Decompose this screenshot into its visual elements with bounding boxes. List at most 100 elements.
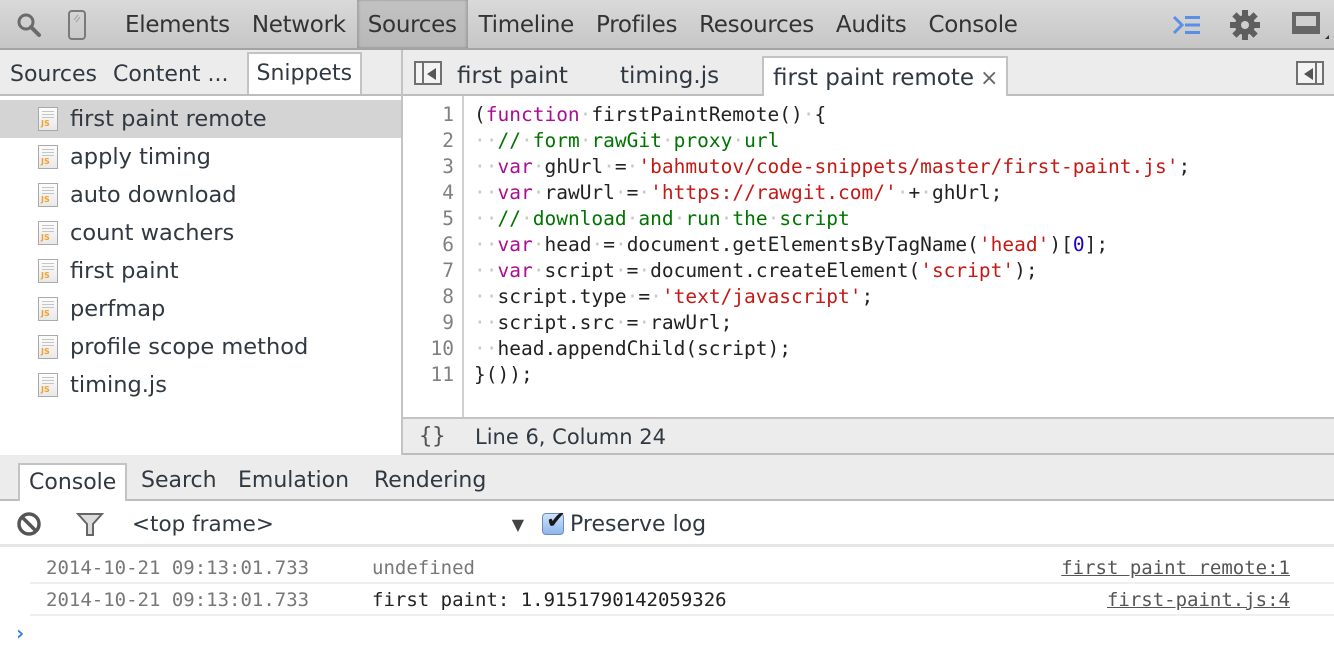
snippet-item[interactable]: JS count wachers (0, 214, 401, 252)
code-token: ·· (474, 285, 498, 308)
code-token: · (802, 103, 815, 126)
code-token: form (532, 129, 580, 152)
code-token: // (497, 129, 521, 152)
code-line: ··head.appendChild(script); (474, 336, 1190, 362)
tab-elements[interactable]: Elements (114, 0, 241, 48)
frame-selector[interactable]: <top frame> ▼ (132, 501, 524, 547)
line-number-gutter: 1 2 3 4 5 6 7 8 9 10 11 (403, 96, 464, 417)
filter-icon[interactable] (76, 501, 104, 547)
tab-audits[interactable]: Audits (825, 0, 918, 48)
code-token: · (520, 207, 533, 230)
code-token: ·· (474, 311, 498, 334)
dropdown-arrow-icon: ▼ (511, 514, 524, 534)
code-token: · (661, 129, 674, 152)
gear-icon[interactable] (1230, 10, 1260, 40)
code-line: ··var·script·=·document.createElement('s… (474, 258, 1190, 284)
drawer-tab-search[interactable]: Search (132, 463, 226, 501)
snippet-name: perfmap (70, 296, 166, 322)
preserve-log-toggle[interactable]: ✔ Preserve log (542, 501, 706, 547)
code-token: · (673, 207, 686, 230)
code-line: ··script.type·=·'text/javascript'; (474, 284, 1190, 310)
dock-icon[interactable] (1286, 10, 1332, 40)
clear-console-icon[interactable] (16, 501, 42, 547)
tab-profiles[interactable]: Profiles (585, 0, 688, 48)
code-token: · (603, 155, 615, 178)
code-token: · (532, 155, 545, 178)
code-token: ·· (474, 233, 498, 256)
tab-console[interactable]: Console (917, 0, 1028, 48)
code-token: · (532, 181, 545, 204)
editor-tab[interactable]: first paint remote × (762, 56, 1009, 98)
editor-status-bar: {} Line 6, Column 24 (403, 417, 1334, 455)
drawer-tab-rendering[interactable]: Rendering (365, 463, 495, 501)
code-editor[interactable]: 1 2 3 4 5 6 7 8 9 10 11 (function·firstPaintRemote… (403, 96, 1334, 417)
js-file-icon: JS (38, 373, 58, 397)
tab-resources[interactable]: Resources (688, 0, 825, 48)
code-content[interactable]: (function·firstPaintRemote()·{··//·form·… (474, 96, 1190, 388)
code-token: document.createElement( (650, 259, 921, 282)
code-token: · (579, 129, 592, 152)
editor-tab[interactable]: first paint (457, 56, 568, 96)
snippet-name: profile scope method (70, 334, 309, 360)
code-token: ghUrl (544, 155, 604, 178)
device-mode-icon[interactable] (62, 10, 92, 40)
console-input[interactable] (44, 621, 1304, 649)
snippet-item[interactable]: JS apply timing (0, 138, 401, 176)
code-token: var (497, 155, 533, 178)
code-line: ··script.src·=·rawUrl; (474, 310, 1190, 336)
snippet-item[interactable]: JS auto download (0, 176, 401, 214)
code-token: and (638, 207, 674, 230)
code-token: ·· (474, 259, 498, 282)
snippet-item[interactable]: JS first paint remote (0, 100, 401, 138)
drawer-tab-console[interactable]: Console (18, 463, 128, 501)
tab-sources[interactable]: Sources (356, 0, 468, 48)
editor-tab[interactable]: timing.js (620, 56, 719, 96)
console-prompt-icon: › (14, 621, 27, 645)
code-token: 'https://rawgit.com/' (650, 181, 897, 204)
line-number: 5 (442, 207, 454, 230)
code-token: · (638, 311, 651, 334)
js-file-icon-label: JS (41, 271, 50, 280)
code-token: · (650, 285, 662, 308)
preserve-log-label: Preserve log (570, 511, 707, 537)
code-token: · (626, 207, 639, 230)
tab-network[interactable]: Network (241, 0, 357, 48)
code-token: = (626, 181, 639, 204)
code-token: rawUrl; (650, 311, 733, 334)
preserve-log-checkbox[interactable]: ✔ (542, 506, 566, 535)
cursor-position: Line 6, Column 24 (475, 425, 666, 449)
show-drawer-icon[interactable] (1172, 10, 1202, 40)
snippet-item[interactable]: JS first paint (0, 252, 401, 290)
code-token: · (579, 103, 592, 126)
toggle-debugger-button[interactable] (1296, 61, 1324, 85)
code-token: ; (861, 285, 874, 308)
navigator-tab-snippets[interactable]: Snippets (246, 52, 363, 94)
line-number: 11 (430, 363, 454, 386)
js-file-icon-label: JS (41, 119, 50, 128)
code-token: = (626, 311, 639, 334)
line-number: 6 (442, 233, 454, 256)
code-token: 'script' (920, 259, 1015, 282)
code-token: · (614, 259, 627, 282)
main-tabs: Elements Network Sources Timeline Profiles Re… (114, 0, 1029, 48)
drawer-tab-emulation[interactable]: Emulation (229, 463, 358, 501)
navigator-tab-sources[interactable]: Sources (2, 56, 105, 94)
tab-timeline[interactable]: Timeline (468, 0, 585, 48)
code-token: · (626, 285, 639, 308)
js-file-icon-label: JS (41, 233, 50, 242)
code-token: · (732, 129, 745, 152)
code-token: = (638, 285, 651, 308)
navigator-tab-content[interactable]: Content ... (105, 56, 236, 94)
message-source-link[interactable]: first-paint.js:4 (1107, 584, 1290, 616)
snippet-item[interactable]: JS perfmap (0, 290, 401, 328)
close-tab-icon[interactable]: × (980, 66, 998, 91)
snippet-item[interactable]: JS profile scope method (0, 328, 401, 366)
message-timestamp: 2014-10-21 09:13:01.733 (46, 589, 310, 611)
snippet-name: timing.js (70, 372, 167, 398)
pretty-print-button[interactable]: {} (419, 419, 446, 455)
snippet-item[interactable]: JS timing.js (0, 366, 401, 404)
message-text: undefined (372, 557, 475, 579)
search-icon[interactable] (14, 10, 44, 40)
message-source-link[interactable]: first paint remote:1 (1061, 552, 1290, 584)
toggle-navigator-button[interactable] (414, 61, 442, 85)
